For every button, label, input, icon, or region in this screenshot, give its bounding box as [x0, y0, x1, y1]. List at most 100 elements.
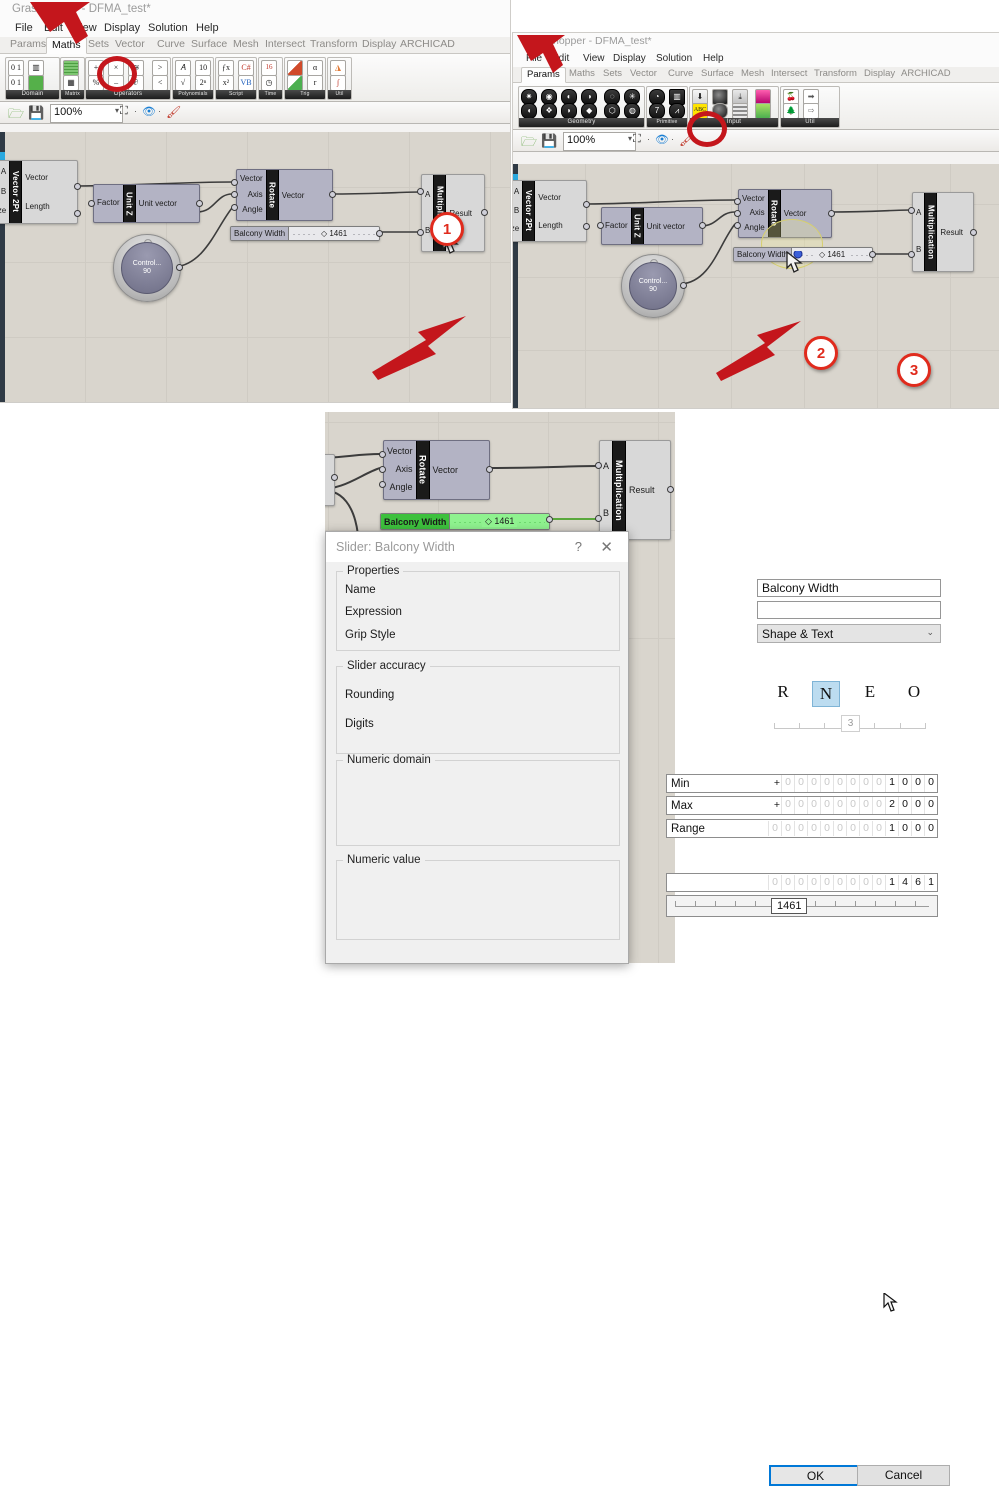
- save-file-icon[interactable]: 💾: [28, 105, 44, 121]
- tab-mesh[interactable]: Mesh: [233, 38, 259, 50]
- tab-surface[interactable]: Surface: [191, 38, 227, 50]
- domain-components-icon[interactable]: ▥: [28, 60, 45, 76]
- natural-log-icon[interactable]: 𝐴: [175, 60, 191, 76]
- component-rotate[interactable]: Vector Axis Angle Rotate Vector: [236, 169, 333, 221]
- tab-sets[interactable]: Sets: [603, 68, 622, 79]
- menu-view[interactable]: View: [583, 53, 605, 64]
- smaller-than-icon[interactable]: <: [152, 75, 169, 91]
- component-vector2pt[interactable]: t A t B ize Vector 2Pt Vector Length: [0, 160, 78, 224]
- power-10-icon[interactable]: 10: [195, 60, 212, 76]
- integer-icon[interactable]: 7: [649, 103, 665, 119]
- component-rotate-3[interactable]: Vector Axis Angle Rotate Vector: [383, 440, 490, 500]
- matrix-green-icon[interactable]: [63, 60, 79, 76]
- rounding-option-n[interactable]: N: [812, 681, 840, 707]
- name-input[interactable]: [757, 579, 941, 597]
- menu-help[interactable]: Help: [196, 22, 219, 34]
- menu-help[interactable]: Help: [703, 53, 724, 64]
- save-file-icon[interactable]: 💾: [541, 133, 557, 149]
- vb-script-icon[interactable]: VB: [238, 75, 255, 91]
- point-icon[interactable]: ◍: [624, 103, 641, 119]
- tab-archicad[interactable]: ARCHICAD: [400, 38, 455, 50]
- control-knob[interactable]: Control... 90: [621, 254, 685, 318]
- domain-10-icon[interactable]: 0 1: [8, 75, 24, 91]
- open-file-icon[interactable]: 🗁: [521, 133, 537, 155]
- numeric-domain-row-min[interactable]: Min + 0000 0000 1000: [666, 774, 938, 793]
- sine-icon[interactable]: [287, 60, 303, 76]
- gaussian-icon[interactable]: ◮: [330, 60, 346, 76]
- component-multiplication-3[interactable]: A B Multiplication Result: [599, 440, 671, 540]
- cosine-icon[interactable]: [287, 75, 303, 91]
- tab-surface[interactable]: Surface: [701, 68, 734, 79]
- digits-value[interactable]: 3: [841, 715, 860, 732]
- curve-util-icon[interactable]: ∫: [330, 75, 346, 91]
- panel-icon[interactable]: [732, 103, 749, 119]
- larger-than-icon[interactable]: >: [152, 60, 169, 76]
- close-icon[interactable]: ✕: [600, 538, 613, 556]
- mesh-icon[interactable]: ◗: [561, 103, 578, 119]
- mesh-face-icon[interactable]: ◆: [581, 103, 598, 119]
- tree-icon[interactable]: 🌲: [783, 103, 799, 119]
- degrees-icon[interactable]: α: [307, 60, 324, 76]
- tab-display[interactable]: Display: [362, 38, 396, 50]
- matrix-grid-icon[interactable]: ▦: [63, 75, 79, 91]
- slider-handle[interactable]: 1461: [771, 898, 808, 914]
- tab-display[interactable]: Display: [864, 68, 895, 79]
- menu-display[interactable]: Display: [613, 53, 646, 64]
- open-file-icon[interactable]: 🗁: [8, 105, 24, 127]
- tab-archicad[interactable]: ARCHICAD: [901, 68, 951, 79]
- tab-mesh[interactable]: Mesh: [741, 68, 764, 79]
- expression-icon[interactable]: ƒx: [218, 60, 234, 76]
- component-unitz[interactable]: Factor Unit Z Unit vector: [601, 207, 703, 245]
- zoom-select-icon[interactable]: ⛶: [633, 133, 641, 146]
- grip-style-select[interactable]: Shape & Text ⌄: [757, 624, 941, 643]
- tab-curve[interactable]: Curve: [668, 68, 693, 79]
- zoom-combo[interactable]: 100% ▾: [563, 132, 636, 151]
- tab-intersect[interactable]: Intersect: [265, 38, 305, 50]
- tab-transform[interactable]: Transform: [310, 38, 357, 50]
- tab-vector[interactable]: Vector: [630, 68, 657, 79]
- square-root-icon[interactable]: √: [175, 75, 191, 91]
- cancel-button[interactable]: Cancel: [857, 1465, 950, 1486]
- component-multiplication[interactable]: A B Multiplication Result: [912, 192, 974, 272]
- rounding-option-r[interactable]: R: [770, 682, 796, 702]
- power-of-2-icon[interactable]: 2ⁿ: [195, 75, 212, 91]
- x-squared-icon[interactable]: x²: [218, 75, 234, 91]
- mdslider-icon[interactable]: [755, 103, 772, 119]
- number-slider-balcony-width[interactable]: Balcony Width ◇ 1461: [230, 226, 380, 241]
- help-icon[interactable]: ?: [575, 539, 582, 554]
- tab-intersect[interactable]: Intersect: [771, 68, 807, 79]
- date-icon[interactable]: 16: [261, 60, 277, 76]
- rounding-option-o[interactable]: O: [901, 682, 927, 702]
- tab-maths[interactable]: Maths: [569, 68, 595, 79]
- rounding-option-e[interactable]: E: [857, 682, 883, 702]
- menu-display[interactable]: Display: [104, 22, 140, 34]
- number-slider-balcony-width-selected[interactable]: Balcony Width ◇ 1461: [380, 513, 550, 530]
- hollow-arrow-icon[interactable]: ⇨: [803, 103, 820, 119]
- bake-icon[interactable]: 🖌: [166, 105, 181, 119]
- group-icon[interactable]: ❖: [541, 103, 558, 119]
- domain-divide-icon[interactable]: [28, 75, 45, 91]
- menu-solution[interactable]: Solution: [656, 53, 692, 64]
- tab-vector[interactable]: Vector: [115, 38, 145, 50]
- domain-01-icon[interactable]: 0 1: [8, 60, 24, 76]
- number-icon[interactable]: ⩘: [669, 103, 686, 119]
- component-vector2pt[interactable]: t A t B ize Vector 2Pt Vector Length: [513, 180, 587, 242]
- zoom-select-icon[interactable]: ⛶: [120, 105, 128, 118]
- control-knob[interactable]: Control... 90: [113, 234, 181, 302]
- preview-eye-icon[interactable]: 👁: [142, 105, 156, 118]
- slider-track[interactable]: ◇ 1461: [289, 227, 379, 240]
- plane-icon[interactable]: ⬡: [604, 103, 621, 119]
- numeric-value-row[interactable]: 0000 0000 0 1461: [666, 873, 938, 892]
- preview-eye-icon[interactable]: 👁: [655, 133, 669, 146]
- numeric-domain-row-max[interactable]: Max + 0000 0000 2000: [666, 796, 938, 815]
- geo-icon[interactable]: ◖: [521, 103, 537, 119]
- csharp-script-icon[interactable]: C#: [238, 60, 255, 76]
- tab-transform[interactable]: Transform: [814, 68, 857, 79]
- tab-curve[interactable]: Curve: [157, 38, 185, 50]
- radians-icon[interactable]: r: [307, 75, 324, 91]
- zoom-combo[interactable]: 100% ▾: [50, 104, 123, 123]
- component-unitz[interactable]: Factor Unit Z Unit vector: [93, 184, 200, 223]
- ok-button[interactable]: OK: [769, 1465, 862, 1486]
- numeric-value-slider[interactable]: 1461: [666, 895, 938, 917]
- menu-solution[interactable]: Solution: [148, 22, 188, 34]
